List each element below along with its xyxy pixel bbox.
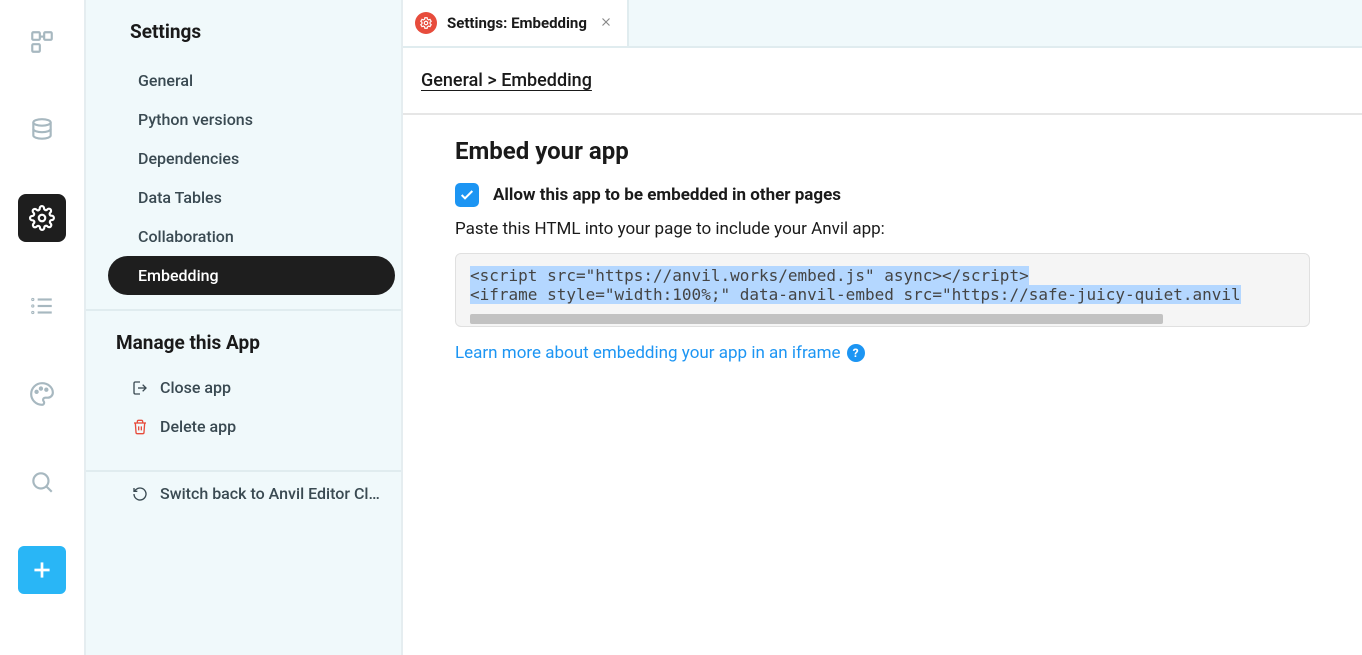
settings-item-embedding[interactable]: Embedding	[108, 256, 395, 295]
settings-item-datatables[interactable]: Data Tables	[108, 178, 395, 217]
settings-item-python[interactable]: Python versions	[108, 100, 395, 139]
settings-item-collaboration[interactable]: Collaboration	[108, 217, 395, 256]
rail-settings-icon[interactable]	[18, 194, 66, 242]
check-icon	[459, 187, 475, 203]
tab-settings-embedding[interactable]: Settings: Embedding	[403, 0, 629, 46]
learn-more-link[interactable]: Learn more about embedding your app in a…	[455, 343, 865, 363]
switch-editor-label: Switch back to Anvil Editor Cl…	[160, 484, 380, 503]
rail-forms-icon[interactable]	[18, 18, 66, 66]
horizontal-scrollbar[interactable]	[470, 314, 1163, 324]
delete-app-item[interactable]: Delete app	[86, 407, 401, 446]
paste-hint: Paste this HTML into your page to includ…	[455, 219, 1310, 239]
manage-title: Manage this App	[86, 311, 401, 368]
switch-editor-item[interactable]: Switch back to Anvil Editor Cl…	[86, 472, 401, 515]
allow-embed-label: Allow this app to be embedded in other p…	[493, 185, 841, 205]
settings-title: Settings	[86, 0, 401, 61]
main-area: Settings: Embedding General > Embedding …	[403, 0, 1362, 655]
close-icon[interactable]	[597, 14, 615, 33]
allow-embed-row: Allow this app to be embedded in other p…	[455, 183, 1310, 207]
tab-strip: Settings: Embedding	[403, 0, 1362, 48]
page-title: Embed your app	[455, 137, 1310, 165]
help-icon: ?	[847, 344, 865, 362]
rail-search-icon[interactable]	[18, 458, 66, 506]
embed-code-box[interactable]: <script src="https://anvil.works/embed.j…	[455, 253, 1310, 327]
close-app-item[interactable]: Close app	[86, 368, 401, 407]
embed-section: Embed your app Allow this app to be embe…	[403, 115, 1362, 385]
rail-list-icon[interactable]	[18, 282, 66, 330]
trash-icon	[132, 419, 148, 435]
breadcrumb[interactable]: General > Embedding	[403, 48, 1362, 115]
settings-sidebar: Settings General Python versions Depende…	[86, 0, 403, 655]
rail-add-button[interactable]	[18, 546, 66, 594]
rail-database-icon[interactable]	[18, 106, 66, 154]
gear-icon	[415, 12, 437, 34]
close-app-label: Close app	[160, 378, 231, 397]
allow-embed-checkbox[interactable]	[455, 183, 479, 207]
undo-icon	[132, 486, 148, 502]
icon-rail	[0, 0, 86, 655]
tab-title: Settings: Embedding	[447, 14, 587, 32]
settings-item-dependencies[interactable]: Dependencies	[108, 139, 395, 178]
embed-code: <script src="https://anvil.works/embed.j…	[470, 266, 1295, 304]
content: General > Embedding Embed your app Allow…	[403, 48, 1362, 655]
settings-item-general[interactable]: General	[108, 61, 395, 100]
logout-icon	[132, 380, 148, 396]
rail-theme-icon[interactable]	[18, 370, 66, 418]
delete-app-label: Delete app	[160, 417, 236, 436]
settings-nav: General Python versions Dependencies Dat…	[86, 61, 401, 295]
